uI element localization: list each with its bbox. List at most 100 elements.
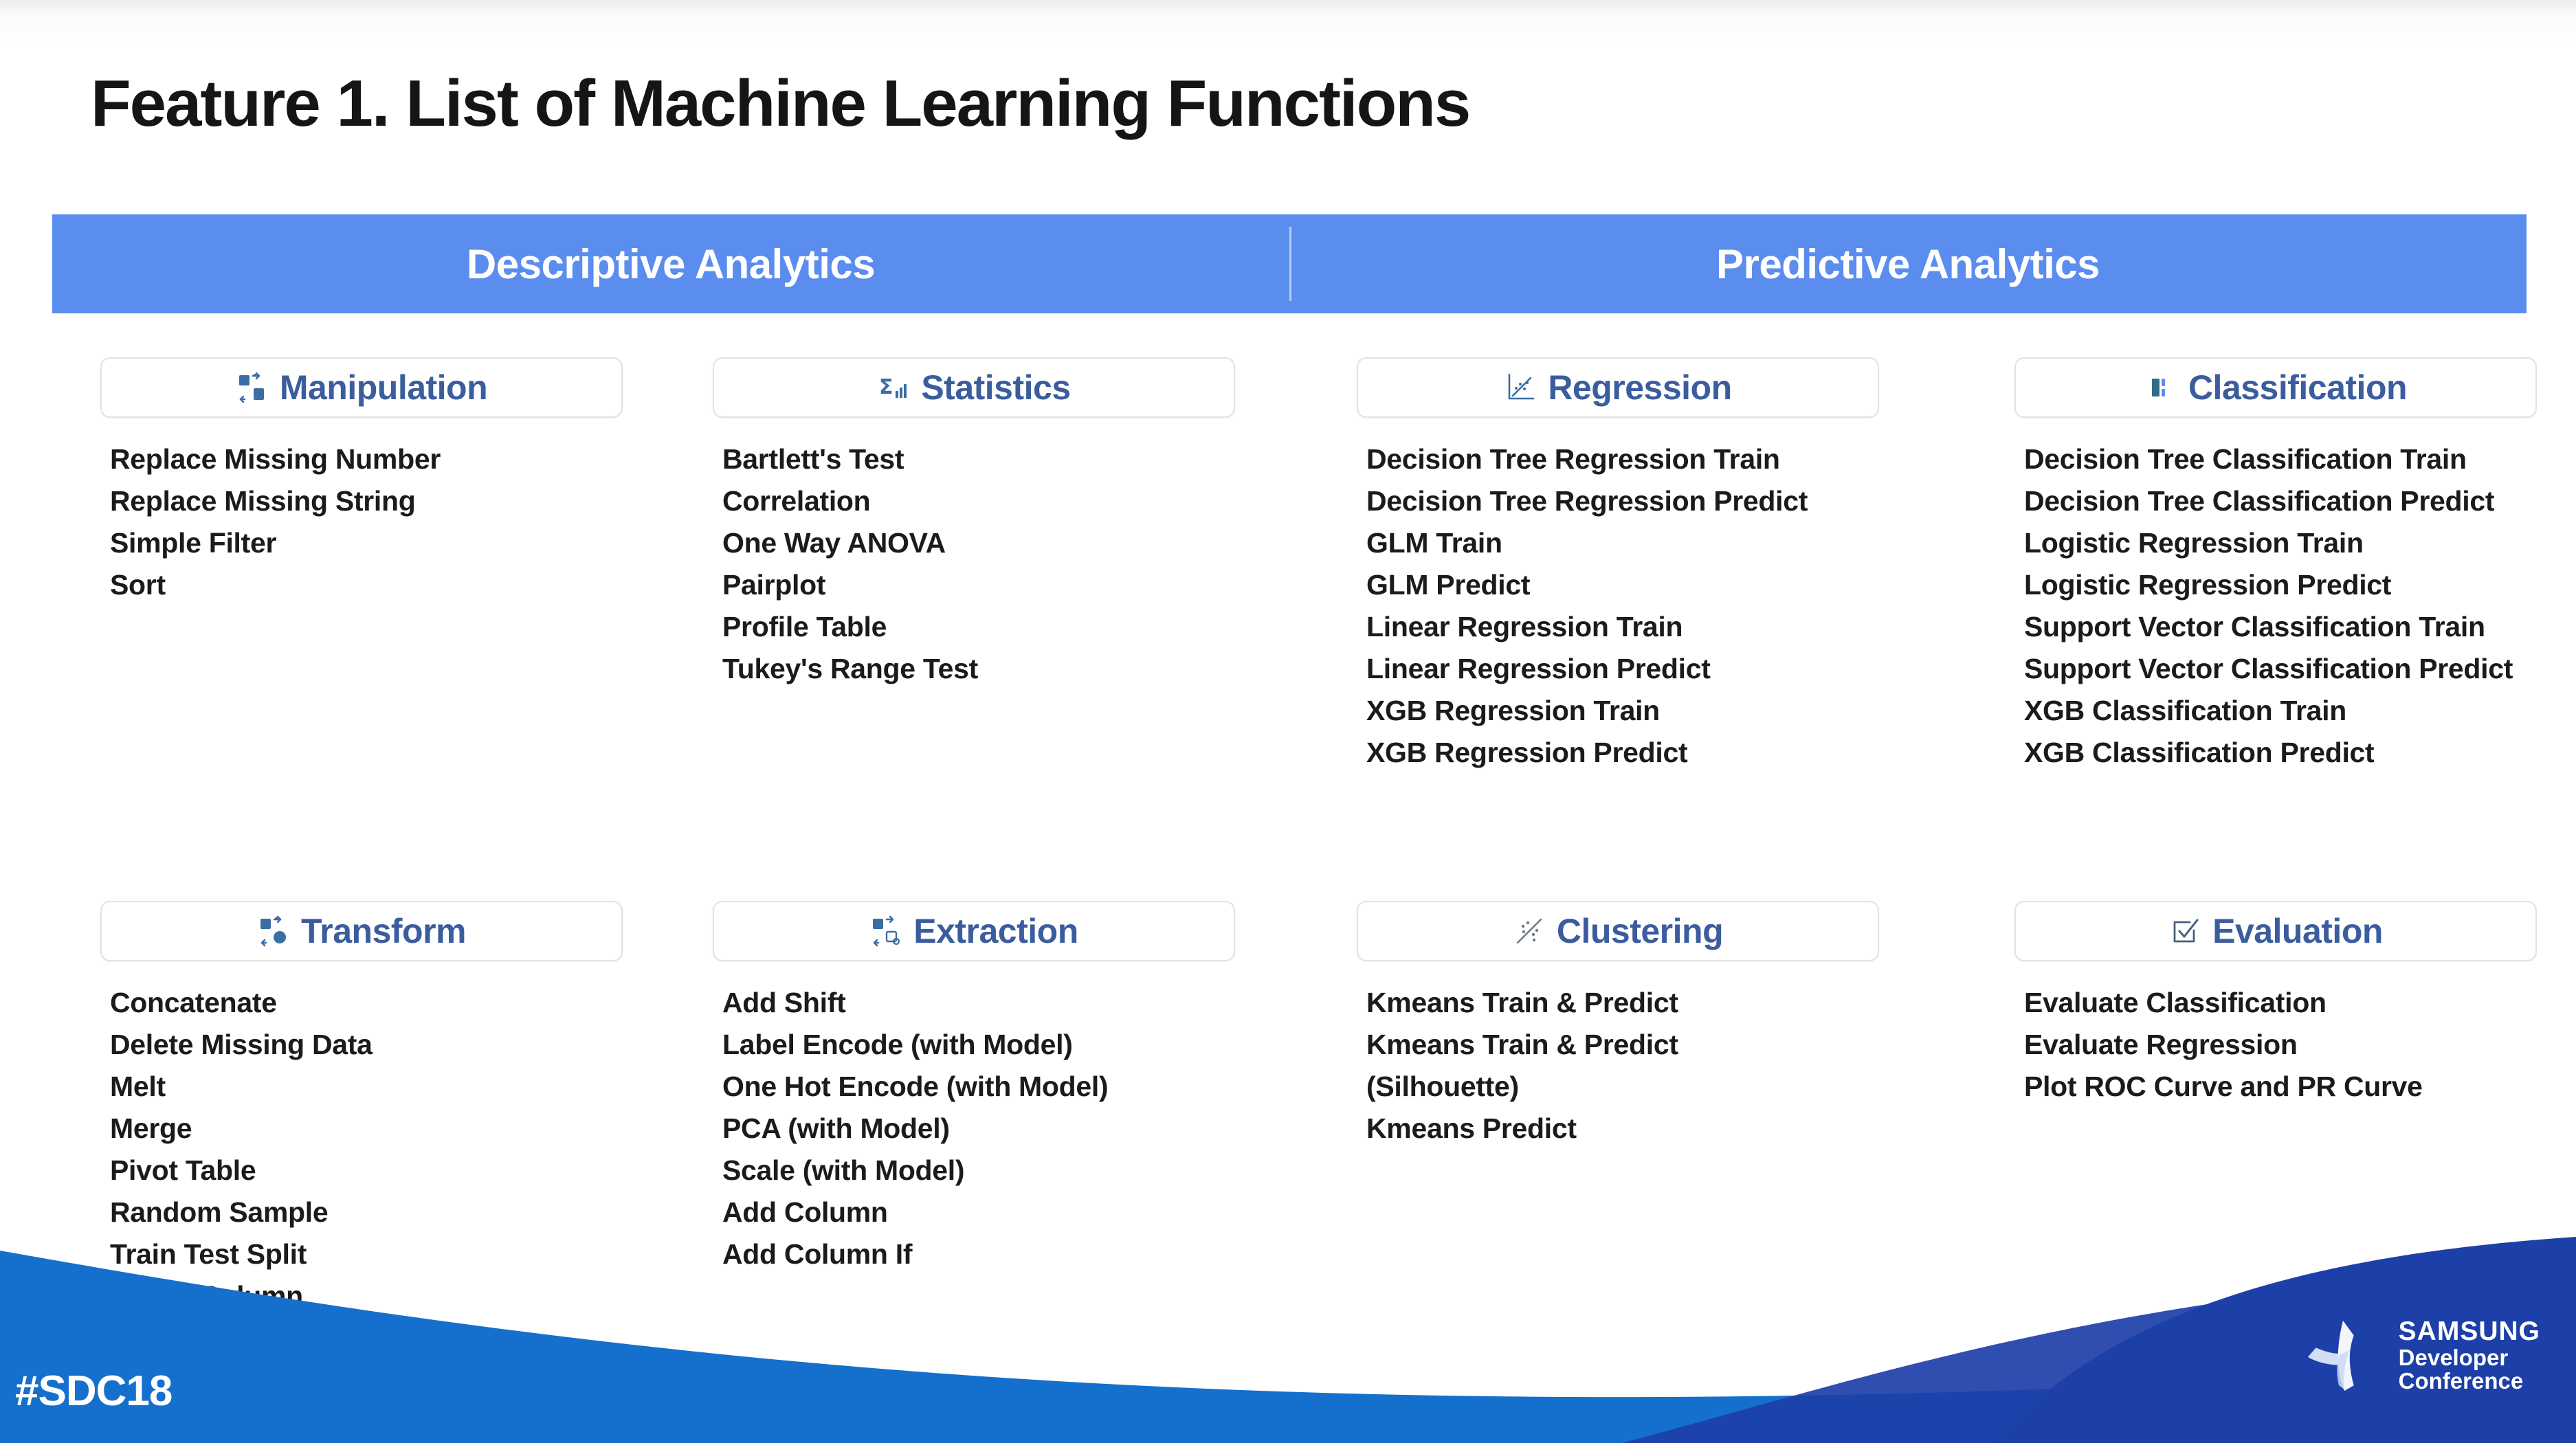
category-manipulation: Manipulation Replace Missing Number Repl… bbox=[0, 357, 644, 774]
category-label-evaluation: Evaluation bbox=[2212, 912, 2383, 950]
list-item: Linear Regression Predict bbox=[1366, 653, 1711, 684]
sdc-mark-icon bbox=[2307, 1320, 2354, 1391]
list-item: XGB Regression Train bbox=[1366, 695, 1660, 726]
footer-hashtag: #SDC18 bbox=[15, 1367, 173, 1415]
sdc-logo-line-3: Conference bbox=[2398, 1368, 2524, 1394]
category-classification: Classification Decision Tree Classificat… bbox=[1932, 357, 2576, 774]
list-item: Add Column If bbox=[722, 1238, 913, 1270]
samsung-developer-conference-logo: SAMSUNG Developer Conference bbox=[2301, 1315, 2540, 1396]
item-list-regression: Decision Tree Regression Train Decision … bbox=[1357, 438, 1932, 774]
list-item: Add Column bbox=[722, 1196, 888, 1228]
svg-text:Σ: Σ bbox=[879, 375, 893, 399]
list-item: Support Vector Classification Train bbox=[2024, 611, 2485, 642]
category-pill-extraction[interactable]: Extraction bbox=[713, 901, 1235, 961]
list-item: Logistic Regression Predict bbox=[2024, 569, 2392, 601]
category-label-regression: Regression bbox=[1548, 368, 1732, 407]
category-pill-evaluation[interactable]: Evaluation bbox=[2014, 901, 2537, 961]
list-item: Add Shift bbox=[722, 987, 846, 1018]
category-evaluation: Evaluation Evaluate Classification Evalu… bbox=[1932, 901, 2576, 1317]
bar-columns-icon bbox=[2144, 371, 2177, 404]
list-item: Decision Tree Regression Predict bbox=[1366, 485, 1808, 517]
list-item: GLM Predict bbox=[1366, 569, 1531, 601]
sdc-logo-text: SAMSUNG Developer Conference bbox=[2399, 1318, 2540, 1393]
list-item: PCA (with Model) bbox=[722, 1112, 950, 1144]
list-item: Logistic Regression Train bbox=[2024, 527, 2364, 559]
category-pill-statistics[interactable]: Σ Statistics bbox=[713, 357, 1235, 418]
category-extraction: Extraction Add Shift Label Encode (with … bbox=[644, 901, 1288, 1317]
list-item: Kmeans Train & Predict bbox=[1366, 987, 1678, 1018]
category-pill-clustering[interactable]: Clustering bbox=[1357, 901, 1879, 961]
item-list-manipulation: Replace Missing Number Replace Missing S… bbox=[100, 438, 644, 606]
category-transform: Transform Concatenate Delete Missing Dat… bbox=[0, 901, 644, 1317]
list-item: Evaluate Regression bbox=[2024, 1029, 2298, 1060]
category-row-2: Transform Concatenate Delete Missing Dat… bbox=[0, 901, 2576, 1317]
category-statistics: Σ Statistics Bartlett's Test Correlation… bbox=[644, 357, 1288, 774]
scatter-trendline-icon bbox=[1504, 371, 1537, 404]
category-regression: Regression Decision Tree Regression Trai… bbox=[1288, 357, 1932, 774]
list-item: Kmeans Train & Predict bbox=[1366, 1029, 1678, 1060]
category-grid: Manipulation Replace Missing Number Repl… bbox=[0, 357, 2576, 1317]
list-item: One Way ANOVA bbox=[722, 527, 946, 559]
list-item: Simple Filter bbox=[110, 527, 277, 559]
category-pill-regression[interactable]: Regression bbox=[1357, 357, 1879, 418]
category-label-transform: Transform bbox=[300, 912, 467, 950]
banner-half-descriptive: Descriptive Analytics bbox=[52, 214, 1289, 313]
list-item: Pivot Table bbox=[110, 1154, 256, 1186]
list-item: Decision Tree Regression Train bbox=[1366, 443, 1780, 475]
list-item: XGB Classification Train bbox=[2024, 695, 2346, 726]
page-title: Feature 1. List of Machine Learning Func… bbox=[91, 67, 1471, 140]
sdc-logo-line-2: Developer bbox=[2398, 1344, 2509, 1370]
list-item: Support Vector Classification Predict bbox=[2024, 653, 2513, 684]
category-pill-classification[interactable]: Classification bbox=[2014, 357, 2537, 418]
banner-half-predictive: Predictive Analytics bbox=[1289, 214, 2527, 313]
item-list-transform: Concatenate Delete Missing Data Melt Mer… bbox=[100, 982, 644, 1317]
item-list-extraction: Add Shift Label Encode (with Model) One … bbox=[713, 982, 1288, 1275]
category-pill-transform[interactable]: Transform bbox=[100, 901, 623, 961]
category-label-manipulation: Manipulation bbox=[279, 368, 488, 407]
item-list-clustering: Kmeans Train & Predict Kmeans Train & Pr… bbox=[1357, 982, 1932, 1150]
list-item: Replace Missing String bbox=[110, 485, 416, 517]
banner-label-descriptive: Descriptive Analytics bbox=[466, 240, 876, 287]
extract-blocks-icon bbox=[869, 915, 902, 948]
list-item: Melt bbox=[110, 1071, 166, 1102]
list-item: (Silhouette) bbox=[1366, 1071, 1519, 1102]
slide-root: Feature 1. List of Machine Learning Func… bbox=[0, 0, 2576, 1443]
list-item: GLM Train bbox=[1366, 527, 1502, 559]
checkbox-check-icon bbox=[2168, 915, 2201, 948]
banner-label-predictive: Predictive Analytics bbox=[1716, 240, 2100, 287]
list-item: Pairplot bbox=[722, 569, 826, 601]
list-item: Decision Tree Classification Predict bbox=[2024, 485, 2495, 517]
list-item: Label Encode (with Model) bbox=[722, 1029, 1073, 1060]
category-row-1: Manipulation Replace Missing Number Repl… bbox=[0, 357, 2576, 774]
list-item: Concatenate bbox=[110, 987, 277, 1018]
list-item: XGB Classification Predict bbox=[2024, 737, 2375, 768]
category-clustering: Clustering Kmeans Train & Predict Kmeans… bbox=[1288, 901, 1932, 1317]
category-label-statistics: Statistics bbox=[921, 368, 1071, 407]
list-item: One Hot Encode (with Model) bbox=[722, 1071, 1109, 1102]
list-item: Correlation bbox=[722, 485, 871, 517]
list-item: Replace Missing Number bbox=[110, 443, 441, 475]
list-item: XGB Regression Predict bbox=[1366, 737, 1688, 768]
list-item: Evaluate Classification bbox=[2024, 987, 2327, 1018]
item-list-classification: Decision Tree Classification Train Decis… bbox=[2014, 438, 2576, 774]
scatter-cluster-icon bbox=[1513, 915, 1546, 948]
list-item: Plot ROC Curve and PR Curve bbox=[2024, 1071, 2423, 1102]
item-list-statistics: Bartlett's Test Correlation One Way ANOV… bbox=[713, 438, 1288, 690]
category-label-classification: Classification bbox=[2188, 368, 2408, 407]
sigma-bars-icon: Σ bbox=[877, 371, 910, 404]
top-edge-bar bbox=[0, 0, 2576, 10]
item-list-evaluation: Evaluate Classification Evaluate Regress… bbox=[2014, 982, 2576, 1108]
sdc-logo-line-1: SAMSUNG bbox=[2398, 1317, 2540, 1347]
category-label-extraction: Extraction bbox=[913, 912, 1078, 950]
list-item: Tukey's Range Test bbox=[722, 653, 978, 684]
list-item: Decision Tree Classification Train bbox=[2024, 443, 2467, 475]
analytics-banner: Descriptive Analytics Predictive Analyti… bbox=[52, 214, 2527, 313]
shuffle-blocks-icon bbox=[236, 371, 269, 404]
list-item: Train Test Split bbox=[110, 1238, 307, 1270]
list-item: Select Column bbox=[110, 1280, 303, 1312]
list-item: Sort bbox=[110, 569, 166, 601]
category-pill-manipulation[interactable]: Manipulation bbox=[100, 357, 623, 418]
list-item: Profile Table bbox=[722, 611, 887, 642]
list-item: Linear Regression Train bbox=[1366, 611, 1683, 642]
category-label-clustering: Clustering bbox=[1556, 912, 1724, 950]
